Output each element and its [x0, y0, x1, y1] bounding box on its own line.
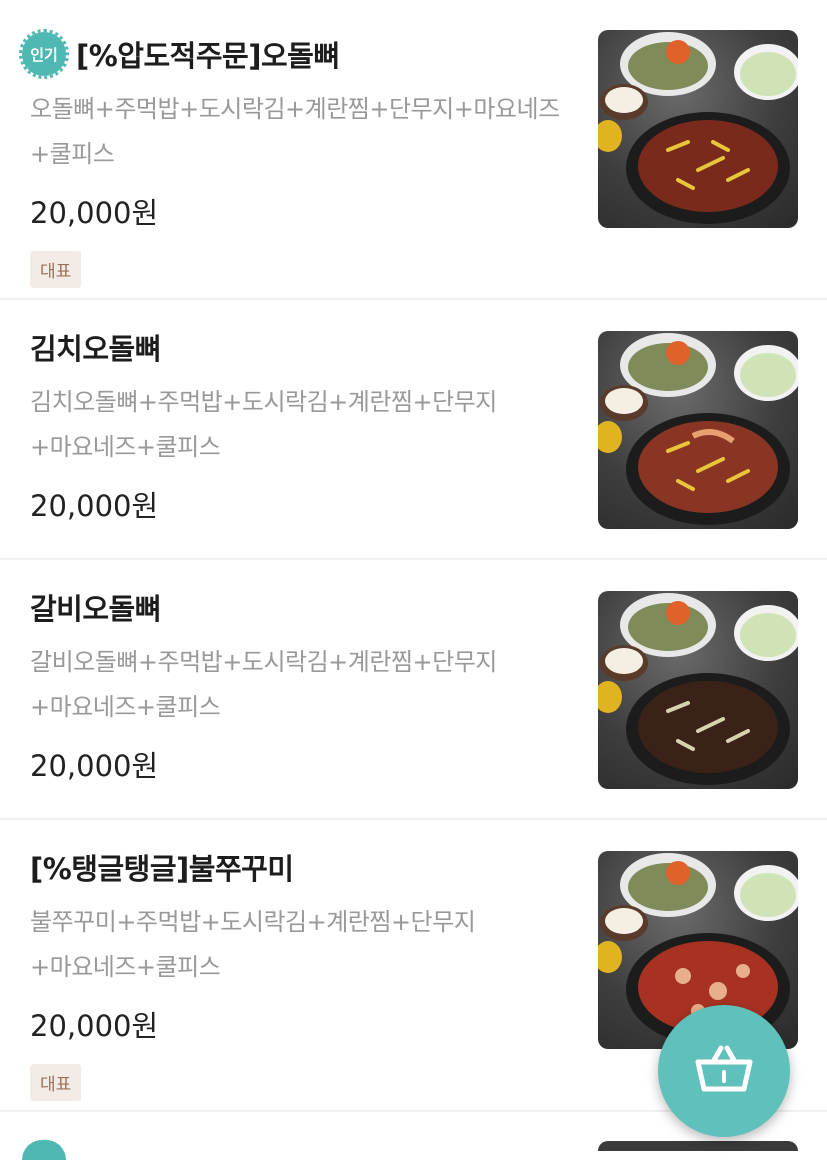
- menu-item-text: [%탱글탱글]불쭈꾸미 불쭈꾸미+주먹밥+도시락김+계란찜+단무지+마요네즈+쿨…: [30, 842, 580, 1101]
- menu-item-text: 김치오돌뼈 김치오돌뼈+주먹밥+도시락김+계란찜+단무지+마요네즈+쿨피스 20…: [30, 322, 580, 524]
- menu-item-title-row: 갈비오돌뼈: [30, 582, 580, 632]
- menu-item-description: 불쭈꾸미+주먹밥+도시락김+계란찜+단무지+마요네즈+쿨피스: [30, 908, 476, 981]
- menu-item-title-row: 인기 [%압도적주문]오돌뼈: [19, 29, 580, 79]
- next-item-badge-peek: [22, 1140, 66, 1160]
- cart-button[interactable]: [658, 1005, 790, 1137]
- menu-item-title: 갈비오돌뼈: [30, 592, 161, 626]
- menu-item-price: 20,000원: [30, 749, 159, 783]
- menu-item-photo: [598, 331, 798, 529]
- popular-badge: 인기: [19, 29, 69, 79]
- menu-item-title: [%압도적주문]오돌뼈: [76, 39, 340, 73]
- menu-item-description: 김치오돌뼈+주먹밥+도시락김+계란찜+단무지+마요네즈+쿨피스: [30, 388, 497, 461]
- menu-item-text: 인기 [%압도적주문]오돌뼈 오돌뼈+주먹밥+도시락김+계란찜+단무지+마요네즈…: [19, 29, 580, 288]
- menu-item-price: 20,000원: [30, 196, 159, 230]
- food-photo-illustration: [598, 593, 798, 785]
- menu-item[interactable]: 갈비오돌뼈 갈비오돌뼈+주먹밥+도시락김+계란찜+단무지+마요네즈+쿨피스 20…: [0, 560, 827, 820]
- menu-item-title-row: [%탱글탱글]불쭈꾸미: [30, 842, 580, 892]
- next-item-photo-peek: [598, 1141, 798, 1151]
- food-photo-illustration: [598, 32, 798, 224]
- menu-item-text: 갈비오돌뼈 갈비오돌뼈+주먹밥+도시락김+계란찜+단무지+마요네즈+쿨피스 20…: [30, 582, 580, 784]
- menu-item-price: 20,000원: [30, 1009, 159, 1043]
- menu-item-description: 오돌뼈+주먹밥+도시락김+계란찜+단무지+마요네즈+쿨피스: [30, 95, 560, 168]
- food-photo-illustration: [598, 333, 798, 525]
- menu-item-photo: [598, 591, 798, 789]
- menu-item[interactable]: 김치오돌뼈 김치오돌뼈+주먹밥+도시락김+계란찜+단무지+마요네즈+쿨피스 20…: [0, 300, 827, 560]
- menu-item-description: 갈비오돌뼈+주먹밥+도시락김+계란찜+단무지+마요네즈+쿨피스: [30, 648, 497, 721]
- menu-item-price: 20,000원: [30, 489, 159, 523]
- menu-item[interactable]: 인기 [%압도적주문]오돌뼈 오돌뼈+주먹밥+도시락김+계란찜+단무지+마요네즈…: [0, 0, 827, 300]
- menu-item-title: 김치오돌뼈: [30, 332, 161, 366]
- menu-item-photo: [598, 30, 798, 228]
- representative-badge: 대표: [30, 251, 82, 288]
- basket-icon: [695, 1044, 753, 1098]
- menu-item-title: [%탱글탱글]불쭈꾸미: [30, 852, 294, 886]
- representative-badge: 대표: [30, 1064, 82, 1101]
- menu-item-title-row: 김치오돌뼈: [30, 322, 580, 372]
